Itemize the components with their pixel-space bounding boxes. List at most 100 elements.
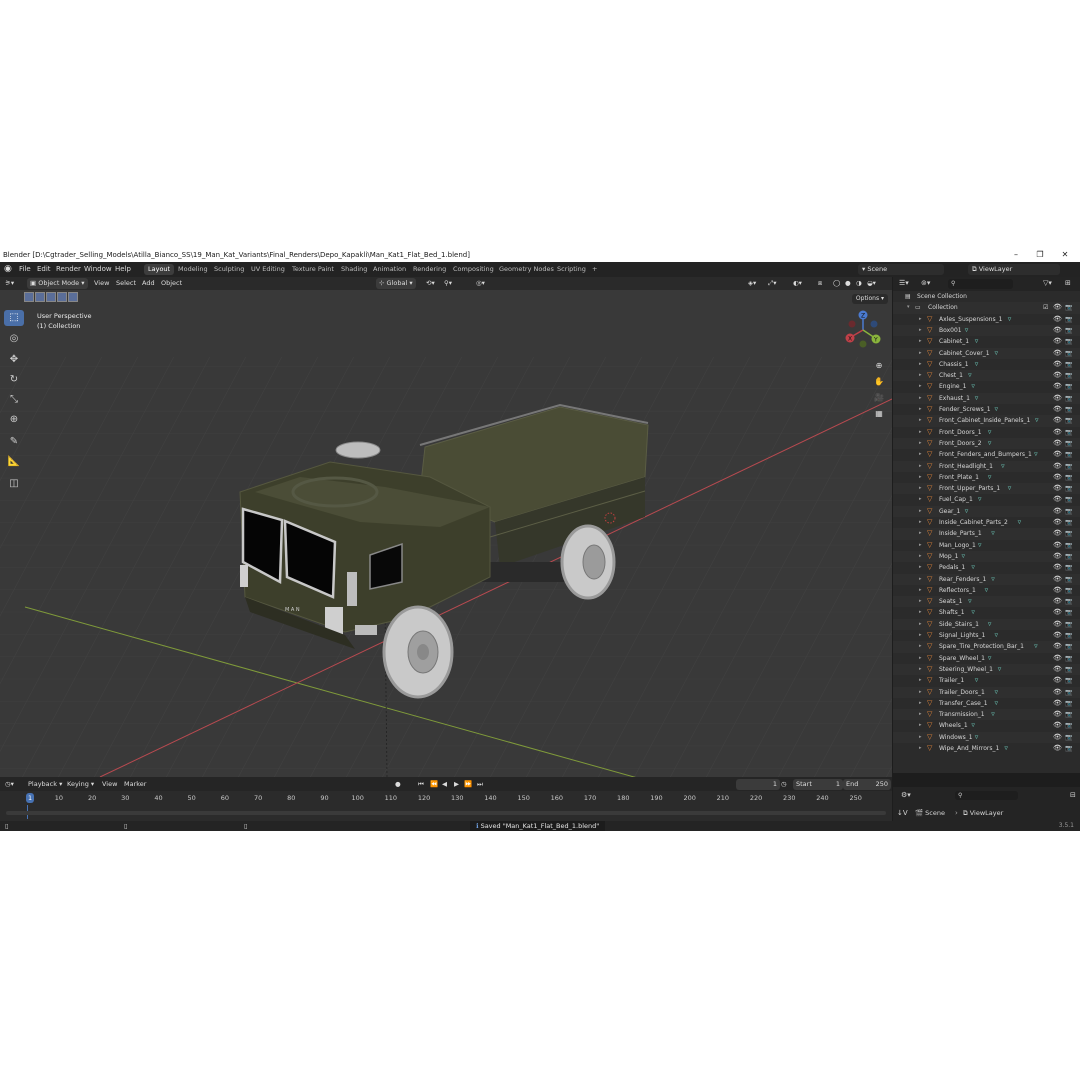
eye-icon[interactable]: 👁 bbox=[1053, 461, 1062, 472]
outliner-item[interactable]: ▸ ▽ Cabinet_1 ▿ 👁 📷 bbox=[893, 336, 1080, 347]
visibility-icon[interactable]: ◈▾ bbox=[748, 278, 756, 289]
expand-arrow-icon[interactable]: ▸ bbox=[919, 438, 922, 449]
expand-arrow-icon[interactable]: ▸ bbox=[919, 675, 922, 686]
camera-icon[interactable]: 📷 bbox=[1065, 574, 1072, 585]
camera-icon[interactable]: 📷 bbox=[1065, 585, 1072, 596]
solid-shading-icon[interactable]: ● bbox=[845, 278, 851, 289]
expand-arrow-icon[interactable]: ▸ bbox=[919, 574, 922, 585]
outliner-item[interactable]: ▸ ▽ Shafts_1 ▿ 👁 📷 bbox=[893, 607, 1080, 618]
view-menu[interactable]: View bbox=[94, 278, 109, 289]
tab-animation[interactable]: Animation bbox=[369, 264, 410, 275]
proportional-edit-icon[interactable]: ◎▾ bbox=[476, 278, 485, 289]
camera-icon[interactable]: 📷 bbox=[1065, 370, 1072, 381]
eye-icon[interactable]: 👁 bbox=[1053, 743, 1062, 754]
eye-icon[interactable]: 👁 bbox=[1053, 687, 1062, 698]
expand-arrow-icon[interactable]: ▸ bbox=[919, 449, 922, 460]
camera-icon[interactable]: 📷 bbox=[1065, 664, 1072, 675]
expand-arrow-icon[interactable]: ▸ bbox=[919, 562, 922, 573]
expand-arrow-icon[interactable]: ▸ bbox=[919, 732, 922, 743]
outliner-item[interactable]: ▸ ▽ Front_Fenders_and_Bumpers_1 ▿ 👁 📷 bbox=[893, 449, 1080, 460]
maximize-button[interactable]: ❐ bbox=[1028, 249, 1052, 261]
outliner-item[interactable]: ▸ ▽ Axles_Suspensions_1 ▿ 👁 📷 bbox=[893, 314, 1080, 325]
eye-icon[interactable]: 👁 bbox=[1053, 370, 1062, 381]
outliner-item[interactable]: ▸ ▽ Mop_1 ▿ 👁 📷 bbox=[893, 550, 1080, 563]
eye-icon[interactable]: 👁 bbox=[1053, 551, 1062, 562]
eye-icon[interactable]: 👁 bbox=[1053, 336, 1062, 347]
eye-icon[interactable]: 👁 bbox=[1053, 540, 1062, 551]
outliner-item[interactable]: ▸ ▽ Windows_1 ▿ 👁 📷 bbox=[893, 731, 1080, 743]
outliner-item[interactable]: ▸ ▽ Wipe_And_Mirrors_1 ▿ 👁 📷 bbox=[893, 743, 1080, 754]
expand-arrow-icon[interactable]: ▸ bbox=[919, 607, 922, 618]
cursor-tool-icon[interactable]: ◎ bbox=[4, 331, 24, 347]
annotate-tool-icon[interactable]: ✎ bbox=[4, 434, 24, 450]
outliner-item[interactable]: ▸ ▽ Inside_Parts_1 ▿ 👁 📷 bbox=[893, 528, 1080, 540]
eye-icon[interactable]: 👁 bbox=[1053, 698, 1062, 709]
expand-arrow-icon[interactable]: ▸ bbox=[919, 404, 922, 415]
eye-icon[interactable]: 👁 bbox=[1053, 653, 1062, 664]
expand-arrow-icon[interactable]: ▸ bbox=[919, 472, 922, 483]
filter-icon[interactable]: ▽▾ bbox=[1043, 279, 1052, 287]
camera-icon[interactable]: 📷 bbox=[1065, 314, 1072, 325]
measure-tool-icon[interactable]: 📐 bbox=[4, 454, 24, 470]
camera-icon[interactable]: 📷 bbox=[1065, 528, 1072, 539]
properties-search-input[interactable]: ⚲ bbox=[955, 791, 1018, 800]
outliner-item[interactable]: ▸ ▽ Wheels_1 ▿ 👁 📷 bbox=[893, 720, 1080, 731]
timeline-ruler[interactable]: 1 10 20 30 40 50 60 70 80 90 100 110 120 130 140 150 16… bbox=[0, 793, 892, 805]
expand-arrow-icon[interactable]: ▸ bbox=[919, 314, 922, 325]
current-frame-field[interactable]: 1 bbox=[736, 779, 780, 790]
menu-help[interactable]: Help bbox=[115, 265, 131, 273]
material-shading-icon[interactable]: ◑ bbox=[856, 278, 862, 289]
camera-icon[interactable]: 📷 bbox=[1065, 359, 1072, 370]
camera-icon[interactable]: 📷 bbox=[1065, 698, 1072, 709]
add-workspace-button[interactable]: + bbox=[588, 264, 601, 275]
wireframe-shading-icon[interactable]: ◯ bbox=[833, 278, 840, 289]
eye-icon[interactable]: 👁 bbox=[1053, 641, 1062, 652]
expand-arrow-icon[interactable]: ▸ bbox=[919, 743, 922, 754]
tab-geometry-nodes[interactable]: Geometry Nodes bbox=[495, 264, 558, 275]
camera-icon[interactable]: 📷 bbox=[1065, 720, 1072, 731]
outliner-item[interactable]: ▸ ▽ Cabinet_Cover_1 ▿ 👁 📷 bbox=[893, 347, 1080, 359]
eye-icon[interactable]: 👁 bbox=[1053, 302, 1062, 313]
display-mode-icon[interactable]: ⊚▾ bbox=[921, 279, 930, 287]
expand-arrow-icon[interactable]: ▸ bbox=[919, 585, 922, 596]
expand-arrow-icon[interactable]: ▸ bbox=[919, 325, 922, 336]
expand-arrow-icon[interactable]: ▸ bbox=[919, 370, 922, 381]
eye-icon[interactable]: 👁 bbox=[1053, 472, 1062, 483]
end-frame-field[interactable]: End 250 bbox=[843, 779, 891, 790]
expand-arrow-icon[interactable]: ▸ bbox=[919, 641, 922, 652]
outliner-item[interactable]: ▸ ▽ Exhaust_1 ▿ 👁 📷 bbox=[893, 392, 1080, 404]
outliner-item[interactable]: ▸ ▽ Signal_Lights_1 ▿ 👁 📷 bbox=[893, 630, 1080, 641]
camera-icon[interactable]: 📷 bbox=[1065, 348, 1072, 359]
expand-arrow-icon[interactable]: ▸ bbox=[919, 664, 922, 675]
expand-arrow-icon[interactable]: ▸ bbox=[919, 427, 922, 438]
outliner-panel[interactable]: ☰▾ ⊚▾ ⚲ ▽▾ ⊞ ▤ Scene Collection ▾ ▭ Collecti… bbox=[893, 277, 1080, 773]
outliner-item[interactable]: ▸ ▽ Transfer_Case_1 ▿ 👁 📷 bbox=[893, 698, 1080, 709]
viewport-scene[interactable]: M A N bbox=[0, 290, 892, 777]
camera-icon[interactable]: 📷 bbox=[1065, 732, 1072, 743]
outliner-item[interactable]: ▸ ▽ Spare_Wheel_1 ▿ 👁 📷 bbox=[893, 653, 1080, 664]
camera-icon[interactable]: 📷 bbox=[1065, 393, 1072, 404]
timeline-editor-icon[interactable]: ◷▾ bbox=[5, 779, 14, 790]
eye-icon[interactable]: 👁 bbox=[1053, 675, 1062, 686]
selection-mode-buttons[interactable] bbox=[24, 292, 79, 304]
viewlayer-selector[interactable]: ⧉ ViewLayer bbox=[968, 264, 1060, 275]
outliner-item[interactable]: ▸ ▽ Trailer_Doors_1 ▿ 👁 📷 bbox=[893, 686, 1080, 698]
close-button[interactable]: ✕ bbox=[1053, 249, 1077, 261]
menu-file[interactable]: File bbox=[19, 265, 31, 273]
eye-icon[interactable]: 👁 bbox=[1053, 562, 1062, 573]
timeline-editor[interactable]: ◷▾ Playback ▾ Keying ▾ View Marker ● ⏮ ⏪… bbox=[0, 777, 892, 821]
outliner-item[interactable]: ▸ ▽ Side_Stairs_1 ▿ 👁 📷 bbox=[893, 618, 1080, 630]
expand-arrow-icon[interactable]: ▸ bbox=[919, 709, 922, 720]
expand-arrow-icon[interactable]: ▸ bbox=[919, 540, 922, 551]
camera-icon[interactable]: 📷 bbox=[1065, 641, 1072, 652]
minimize-button[interactable]: – bbox=[1004, 249, 1028, 261]
outliner-item[interactable]: ▸ ▽ Front_Cabinet_Inside_Panels_1 ▿ 👁 📷 bbox=[893, 415, 1080, 427]
expand-arrow-icon[interactable]: ▸ bbox=[919, 687, 922, 698]
prev-keyframe-icon[interactable]: ⏪ bbox=[430, 779, 438, 790]
camera-icon[interactable]: 📷 bbox=[1065, 449, 1072, 460]
outliner-item[interactable]: ▸ ▽ Man_Logo_1 ▿ 👁 📷 bbox=[893, 540, 1080, 551]
start-frame-field[interactable]: Start 1 bbox=[793, 779, 843, 790]
play-icon[interactable]: ▶ bbox=[454, 779, 459, 790]
camera-icon[interactable]: 📷 bbox=[1065, 607, 1072, 618]
camera-icon[interactable]: 📷 bbox=[1065, 438, 1072, 449]
